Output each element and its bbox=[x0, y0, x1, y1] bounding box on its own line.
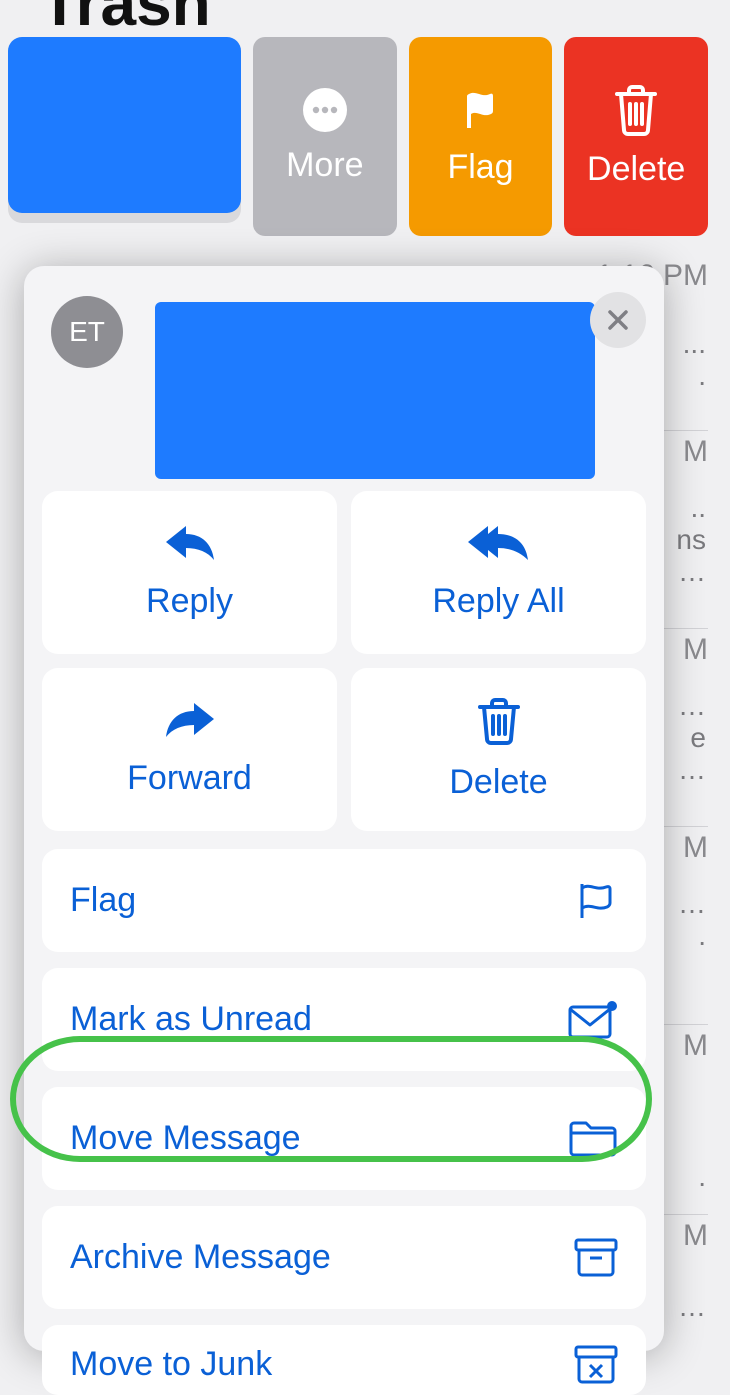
delete-button[interactable]: Delete bbox=[351, 668, 646, 831]
folder-icon bbox=[568, 1120, 618, 1158]
swipe-flag-label: Flag bbox=[447, 148, 513, 187]
junk-icon bbox=[574, 1345, 618, 1385]
archive-message-button[interactable]: Archive Message bbox=[42, 1206, 646, 1309]
flag-label: Flag bbox=[70, 881, 136, 920]
reply-all-icon bbox=[468, 524, 530, 564]
reply-icon bbox=[164, 524, 216, 564]
sheet-header: ET bbox=[42, 286, 646, 481]
mail-time: M bbox=[683, 831, 708, 865]
move-to-junk-button[interactable]: Move to Junk bbox=[42, 1325, 646, 1395]
close-icon bbox=[606, 308, 630, 332]
reply-all-label: Reply All bbox=[432, 582, 564, 621]
reply-all-button[interactable]: Reply All bbox=[351, 491, 646, 654]
archive-message-label: Archive Message bbox=[70, 1238, 331, 1277]
avatar: ET bbox=[51, 296, 123, 368]
page-title: Trash bbox=[40, 0, 211, 40]
envelope-dot-icon bbox=[568, 1001, 618, 1039]
archive-icon bbox=[574, 1238, 618, 1278]
mark-unread-label: Mark as Unread bbox=[70, 1000, 312, 1039]
forward-button[interactable]: Forward bbox=[42, 668, 337, 831]
flag-button[interactable]: Flag bbox=[42, 849, 646, 952]
mail-time: M bbox=[683, 633, 708, 667]
flag-icon bbox=[457, 86, 505, 134]
delete-label: Delete bbox=[449, 763, 547, 802]
quick-actions-grid: Reply Reply All Forward Delete bbox=[42, 491, 646, 831]
swipe-actions-row: More Flag Delete bbox=[8, 37, 708, 236]
swipe-flag-button[interactable]: Flag bbox=[409, 37, 553, 236]
trash-icon bbox=[477, 697, 521, 745]
forward-label: Forward bbox=[127, 759, 252, 798]
more-actions-sheet: ET Reply Reply All Forward Delete Flag bbox=[24, 266, 664, 1351]
move-message-button[interactable]: Move Message bbox=[42, 1087, 646, 1190]
mail-time: M bbox=[683, 1029, 708, 1063]
trash-icon bbox=[613, 84, 659, 136]
close-button[interactable] bbox=[590, 292, 646, 348]
reply-button[interactable]: Reply bbox=[42, 491, 337, 654]
forward-icon bbox=[164, 701, 216, 741]
reply-label: Reply bbox=[146, 582, 233, 621]
flag-outline-icon bbox=[576, 880, 618, 922]
swipe-delete-label: Delete bbox=[587, 150, 685, 189]
mail-time: M bbox=[683, 1219, 708, 1253]
mail-time: M bbox=[683, 435, 708, 469]
swipe-delete-button[interactable]: Delete bbox=[564, 37, 708, 236]
redacted-sender-info bbox=[155, 302, 595, 479]
sheet-action-list: Flag Mark as Unread Move Message Archive… bbox=[42, 849, 646, 1395]
redacted-swipe-content bbox=[8, 37, 241, 213]
mark-unread-button[interactable]: Mark as Unread bbox=[42, 968, 646, 1071]
swipe-more-label: More bbox=[286, 146, 363, 185]
move-message-label: Move Message bbox=[70, 1119, 301, 1158]
swipe-more-button[interactable]: More bbox=[253, 37, 397, 236]
ellipsis-icon bbox=[303, 88, 347, 132]
